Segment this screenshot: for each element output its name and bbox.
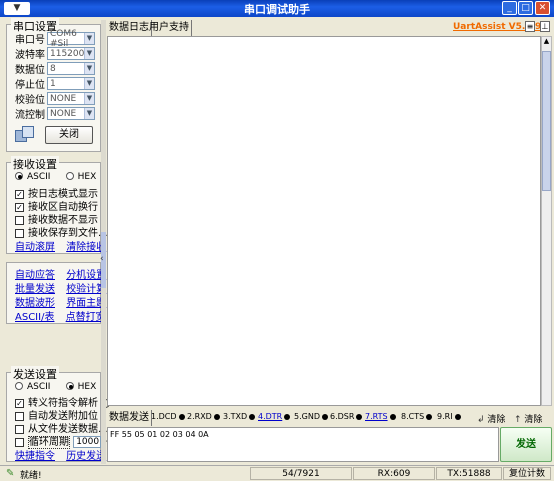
port-label: 串口号: [15, 35, 45, 46]
send-mode-row: ASCII HEX: [15, 381, 96, 392]
dsr-indicator-icon: [356, 413, 363, 420]
window-title: 串口调试助手: [244, 3, 310, 16]
send-settings-group: 发送设置 ASCII HEX ✓转义符指令解析i 自动发送附加位 从文件发送数据…: [6, 366, 116, 462]
send-button[interactable]: 发送: [500, 427, 552, 462]
chevron-down-icon[interactable]: ▼: [84, 108, 94, 119]
chevron-down-icon[interactable]: ▼: [84, 63, 94, 74]
signal-dsr[interactable]: 6.DSR: [330, 412, 363, 421]
tools-row-2: 批量发送 校验计算: [15, 280, 106, 295]
chevron-down-icon[interactable]: ▼: [84, 78, 94, 89]
dot-matrix-link[interactable]: 点替打宽: [66, 312, 106, 323]
chevron-down-icon[interactable]: ▼: [84, 93, 94, 104]
databits-row: 数据位 8 ▼: [15, 61, 95, 76]
signal-dcd[interactable]: 1.DCD: [151, 412, 185, 421]
rxd-indicator-icon: [213, 413, 220, 420]
status-counter: 54/7921: [250, 467, 352, 480]
receive-mode-row: ASCII HEX: [15, 171, 96, 182]
log-scrollbar[interactable]: ▲: [541, 36, 552, 406]
signal-rxd[interactable]: 2.RXD: [187, 412, 220, 421]
undo-icon: ↲: [477, 415, 485, 425]
chevron-down-icon[interactable]: ▼: [84, 48, 94, 59]
port-status-icon: [15, 126, 35, 144]
parity-select[interactable]: NONE ▼: [47, 92, 95, 105]
send-ascii-radio[interactable]: [15, 382, 23, 390]
title-bar: ▼ 串口调试助手 _ □ ✕: [0, 0, 554, 17]
clear-all-button[interactable]: ↑ 清除: [514, 412, 542, 425]
receive-links: 自动滚屏 清除接收: [15, 238, 106, 253]
stopbits-select[interactable]: 1 ▼: [47, 77, 95, 90]
ri-indicator-icon: [454, 413, 461, 420]
signal-ri[interactable]: 9.RI: [437, 412, 461, 421]
signal-txd[interactable]: 3.TXD: [223, 412, 256, 421]
scrollbar-thumb[interactable]: [542, 51, 551, 191]
status-rx: RX:609: [353, 467, 435, 480]
dcd-indicator-icon: [178, 413, 185, 420]
status-bar: ✎ 就绪! 54/7921 RX:609 TX:51888 复位计数: [0, 465, 554, 481]
cycle-checkbox[interactable]: [15, 437, 24, 447]
baud-row: 波特率 115200 ▼: [15, 46, 95, 61]
receive-settings-title: 接收设置: [11, 156, 59, 172]
close-window-button[interactable]: ✕: [535, 1, 550, 15]
clear-send-button[interactable]: ↲ 清除: [477, 412, 505, 425]
minimize-button[interactable]: _: [502, 1, 517, 15]
close-port-button[interactable]: 关闭: [45, 126, 93, 144]
status-ready: 就绪!: [20, 471, 42, 481]
maximize-button[interactable]: □: [518, 1, 533, 15]
send-input[interactable]: FF 55 05 01 02 03 04 0A: [107, 427, 499, 462]
receive-log-area[interactable]: [107, 36, 541, 406]
port-select[interactable]: COM6 #Sil ▼: [47, 29, 95, 49]
auto-scroll-link[interactable]: 自动滚屏: [15, 242, 55, 253]
send-links: 快捷指令 历史发送: [15, 447, 106, 462]
receive-settings-group: 接收设置 ASCII HEX ✓ 按日志模式显示 ✓ 接收区自动换行 接收数据不显示…: [6, 156, 108, 254]
tools-row-4: ASCII/表 点替打宽: [15, 308, 106, 323]
baud-label: 波特率: [15, 50, 45, 61]
ascii-table-link[interactable]: ASCII/表: [15, 312, 54, 323]
flow-select[interactable]: NONE ▼: [47, 107, 95, 120]
txd-indicator-icon: [249, 413, 256, 420]
parity-label: 校验位: [15, 95, 45, 106]
port-row: 串口号 COM6 #Sil ▼: [15, 29, 95, 49]
send-hex-radio[interactable]: [65, 382, 74, 390]
receive-hex-radio[interactable]: [65, 172, 74, 180]
signal-cts[interactable]: 8.CTS: [401, 412, 433, 421]
tab-user-support[interactable]: 用户支持: [147, 20, 192, 36]
scroll-up-icon[interactable]: ▲: [542, 37, 551, 48]
signal-gnd[interactable]: 5.GND: [294, 412, 328, 421]
rts-indicator-icon: [389, 413, 396, 420]
dtr-indicator-icon: [284, 413, 291, 420]
send-settings-title: 发送设置: [11, 366, 59, 382]
tools-row-1: 自动应答 分机设置: [15, 266, 106, 281]
stopbits-row: 停止位 1 ▼: [15, 76, 95, 91]
signal-dtr[interactable]: 4.DTR: [258, 412, 291, 421]
upload-icon: ↑: [514, 415, 522, 425]
save-file-checkbox[interactable]: [15, 228, 24, 238]
quick-commands-link[interactable]: 快捷指令: [15, 451, 55, 462]
flow-label: 流控制: [15, 110, 45, 121]
log-settings-icon[interactable]: ≡: [525, 21, 535, 32]
pin-icon[interactable]: ⊥: [540, 21, 550, 32]
port-settings-group: 串口设置 串口号 COM6 #Sil ▼ 波特率 115200 ▼ 数据位 8 ▼ 停…: [6, 18, 101, 152]
reset-count-button[interactable]: 复位计数: [503, 467, 551, 480]
parity-row: 校验位 NONE ▼: [15, 91, 95, 106]
gnd-indicator-icon: [321, 413, 328, 420]
tab-data-log[interactable]: 数据日志: [107, 20, 152, 36]
baud-select[interactable]: 115200 ▼: [47, 47, 95, 60]
panel-splitter[interactable]: ‹: [100, 20, 106, 464]
signal-rts[interactable]: 7.RTS: [365, 412, 396, 421]
status-tx: TX:51888: [436, 467, 502, 480]
stopbits-label: 停止位: [15, 80, 45, 91]
flow-row: 流控制 NONE ▼: [15, 106, 95, 121]
save-file-option[interactable]: 接收保存到文件...: [15, 224, 108, 239]
cts-indicator-icon: [426, 413, 433, 420]
tools-row-3: 数据波形 界面主题: [15, 294, 106, 309]
send-toolbar: 数据发送 1.DCD 2.RXD 3.TXD 4.DTR 5.GND 6.DSR…: [107, 410, 552, 426]
collapse-left-icon[interactable]: ‹: [100, 254, 104, 264]
chevron-down-icon[interactable]: ▼: [84, 33, 94, 44]
receive-ascii-radio[interactable]: [15, 172, 23, 180]
databits-label: 数据位: [15, 65, 45, 76]
databits-select[interactable]: 8 ▼: [47, 62, 95, 75]
tools-group: 自动应答 分机设置 批量发送 校验计算 数据波形 界面主题 ASCII/表 点替…: [6, 262, 106, 324]
tab-data-send[interactable]: 数据发送: [107, 410, 152, 426]
status-icon: ✎: [6, 468, 15, 479]
